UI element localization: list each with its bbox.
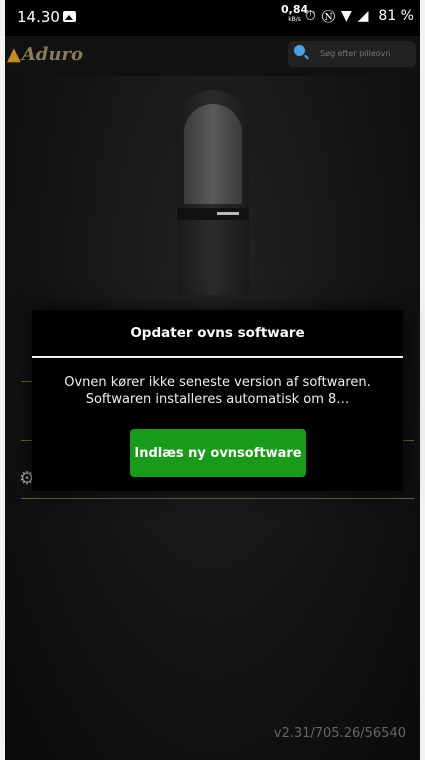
divider-line (21, 498, 414, 499)
nfc-icon: Ⓝ (321, 8, 342, 24)
version-label: v2.31/705.26/56540 (273, 726, 406, 741)
stove-handle (217, 212, 239, 215)
dialog-message: Ovnen kører ikke seneste version af soft… (64, 375, 371, 407)
app-bar: ▲Aduro Søg efter pilleovn (5, 36, 420, 76)
dialog-divider (32, 356, 403, 358)
alarm-icon: ⏱ (305, 8, 322, 24)
status-bar: 14.30 0,84 kB/s ⏱Ⓝ▼◢ 81 % (5, 0, 420, 36)
image-notification-icon (63, 11, 76, 22)
search-placeholder: Søg efter pilleovn (320, 49, 391, 58)
wifi-icon: ▼ (341, 8, 358, 24)
search-icon (294, 45, 305, 56)
load-new-software-button[interactable]: Indlæs ny ovnsoftware (130, 429, 306, 477)
stove-search-field[interactable]: Søg efter pilleovn (288, 41, 416, 67)
battery-level: 81 % (378, 8, 414, 24)
update-software-dialog: Opdater ovns software Ovnen kører ikke s… (32, 310, 403, 491)
dialog-title: Opdater ovns software (130, 325, 305, 341)
stove-image (177, 90, 249, 295)
status-icons: ⏱Ⓝ▼◢ (305, 8, 375, 24)
status-time: 14.30 (17, 8, 60, 26)
stove-window (184, 104, 242, 204)
logo-text: Aduro (21, 44, 83, 65)
flame-icon: ▲ (7, 44, 21, 65)
signal-icon: ◢ (357, 8, 375, 24)
aduro-logo: ▲Aduro (7, 44, 83, 65)
